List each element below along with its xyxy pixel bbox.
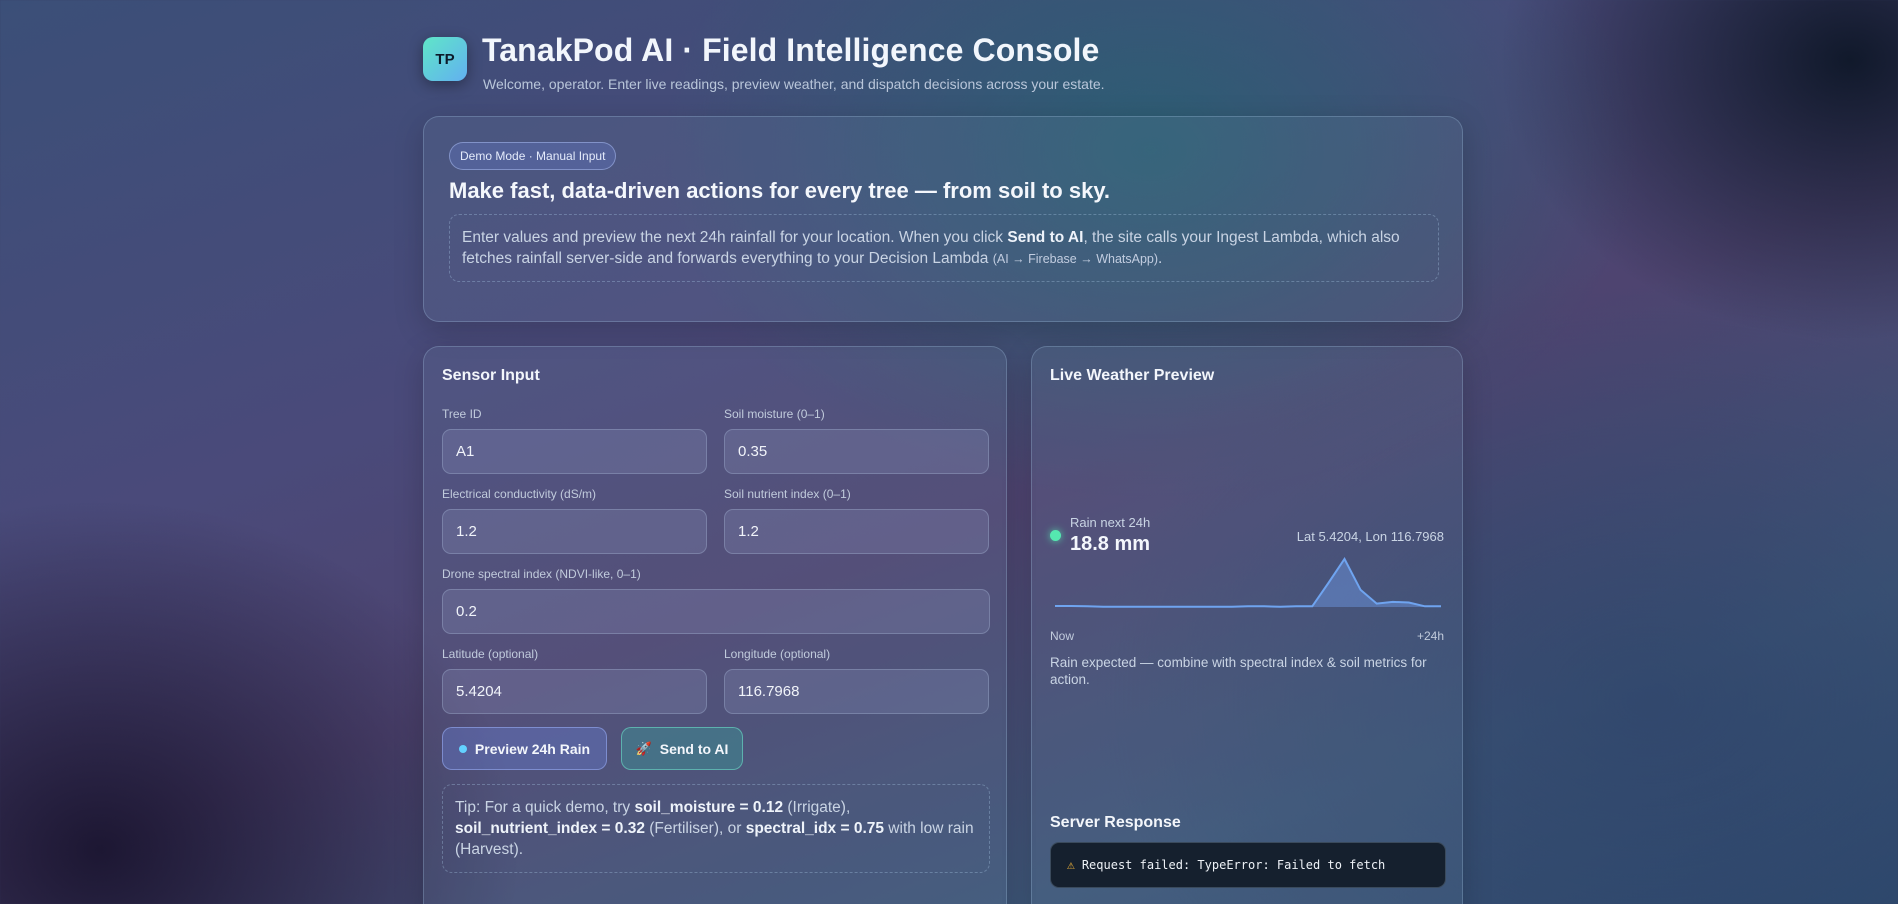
rain-line <box>1055 557 1441 608</box>
latitude-label: Latitude (optional) <box>442 647 539 661</box>
tree-id-input[interactable]: A1 <box>442 429 707 474</box>
sensor-input-card: Sensor Input Tree ID A1 Soil moisture (0… <box>423 346 1007 904</box>
server-response-message: Request failed: TypeError: Failed to fet… <box>1081 858 1386 872</box>
send-to-ai-label: Send to AI <box>659 740 729 757</box>
soil-moisture-label: Soil moisture (0–1) <box>724 407 825 421</box>
soil-moisture-field: Soil moisture (0–1) 0.35 <box>724 407 989 474</box>
preview-rain-label: Preview 24h Rain <box>474 740 591 757</box>
tree-id-label: Tree ID <box>442 407 482 421</box>
ec-input[interactable]: 1.2 <box>442 509 707 554</box>
longitude-input[interactable]: 116.7968 <box>724 669 989 714</box>
rain-status-dot <box>1050 530 1061 541</box>
weather-card-title: Live Weather Preview <box>1050 367 1215 384</box>
rain-sparkline <box>1055 557 1441 608</box>
rocket-icon: 🚀 <box>635 740 652 756</box>
send-to-ai-button[interactable]: 🚀 Send to AI <box>621 727 743 770</box>
ec-field: Electrical conductivity (dS/m) 1.2 <box>442 487 707 554</box>
nutrient-label: Soil nutrient index (0–1) <box>724 487 851 501</box>
app-logo: TP <box>423 37 467 81</box>
spectral-input[interactable]: 0.2 <box>442 589 990 634</box>
latitude-input[interactable]: 5.4204 <box>442 669 707 714</box>
axis-start-label: Now <box>1050 629 1075 643</box>
dot-icon <box>458 744 467 753</box>
weather-preview-card: Live Weather Preview Rain next 24h 18.8 … <box>1031 346 1463 904</box>
hero-description: Enter values and preview the next 24h ra… <box>449 214 1439 282</box>
spectral-field: Drone spectral index (NDVI-like, 0–1) 0.… <box>442 567 990 634</box>
mode-badge: Demo Mode · Manual Input <box>449 142 617 170</box>
rain-total-value: 18.8 mm <box>1070 533 1151 555</box>
server-response-box: ⚠ Request failed: TypeError: Failed to f… <box>1050 842 1446 888</box>
nutrient-input[interactable]: 1.2 <box>724 509 989 554</box>
sensor-card-title: Sensor Input <box>442 367 540 384</box>
page-header: TP TanakPod AI · Field Intelligence Cons… <box>423 32 1463 96</box>
location-readout: Lat 5.4204, Lon 116.7968 <box>1296 529 1444 544</box>
hero-heading: Make fast, data-driven actions for every… <box>449 178 1111 203</box>
longitude-field: Longitude (optional) 116.7968 <box>724 647 989 714</box>
ec-label: Electrical conductivity (dS/m) <box>442 487 597 501</box>
rain-label: Rain next 24h <box>1070 515 1151 530</box>
nutrient-field: Soil nutrient index (0–1) 1.2 <box>724 487 989 554</box>
weather-message: Rain expected — combine with spectral in… <box>1050 655 1427 687</box>
warning-icon: ⚠ <box>1067 857 1075 873</box>
page-title: TanakPod AI · Field Intelligence Console <box>482 32 1100 68</box>
soil-moisture-input[interactable]: 0.35 <box>724 429 989 474</box>
longitude-label: Longitude (optional) <box>724 647 831 661</box>
server-response-title: Server Response <box>1050 814 1181 831</box>
demo-tip: Tip: For a quick demo, try soil_moisture… <box>442 784 990 873</box>
page-subtitle: Welcome, operator. Enter live readings, … <box>483 76 1105 92</box>
rain-area <box>1055 559 1441 607</box>
axis-end-label: +24h <box>1416 629 1444 643</box>
spectral-label: Drone spectral index (NDVI-like, 0–1) <box>442 567 641 581</box>
hero-card: Demo Mode · Manual Input Make fast, data… <box>423 116 1463 322</box>
tree-id-field: Tree ID A1 <box>442 407 707 474</box>
preview-rain-button[interactable]: Preview 24h Rain <box>442 727 607 770</box>
latitude-field: Latitude (optional) 5.4204 <box>442 647 707 714</box>
